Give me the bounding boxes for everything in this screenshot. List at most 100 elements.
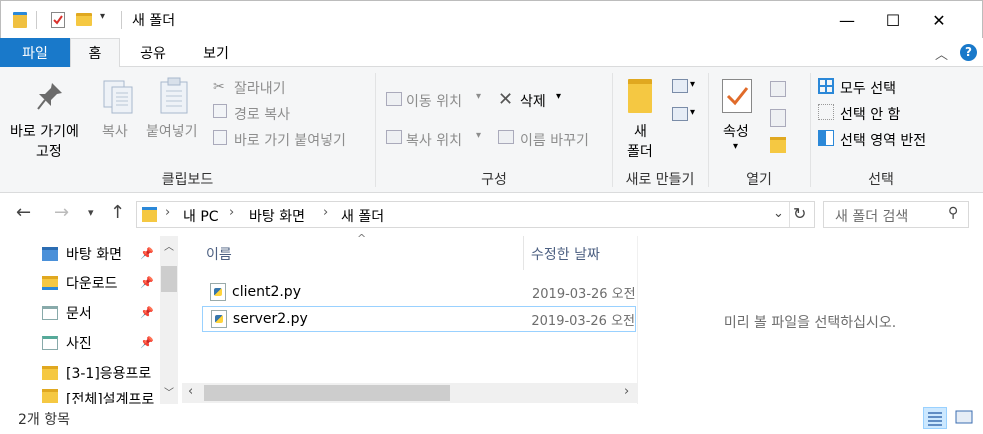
move-to-button[interactable]: 이동 위치 bbox=[406, 91, 462, 111]
new-folder-label-1[interactable]: 새 bbox=[634, 121, 647, 141]
back-arrow-icon[interactable]: ← bbox=[16, 202, 31, 223]
pin-icon[interactable]: 📌 bbox=[140, 247, 154, 260]
select-group-label: 선택 bbox=[868, 172, 894, 188]
properties-dropdown-icon[interactable]: ▾ bbox=[733, 141, 738, 152]
nav-item-documents[interactable]: 문서 bbox=[42, 299, 92, 327]
nav-item-desktop[interactable]: 바탕 화면 bbox=[42, 240, 122, 268]
properties-qat-icon[interactable] bbox=[51, 12, 65, 28]
new-folder-label-2[interactable]: 폴더 bbox=[627, 141, 653, 161]
nav-item-pictures[interactable]: 사진 bbox=[42, 329, 92, 357]
easy-access-dropdown-icon[interactable]: ▾ bbox=[690, 107, 695, 118]
forward-arrow-icon[interactable]: → bbox=[54, 202, 69, 223]
rename-icon bbox=[498, 130, 514, 144]
paste-icon bbox=[158, 77, 190, 119]
copy-path-button[interactable]: 경로 복사 bbox=[234, 104, 290, 124]
copy-to-button[interactable]: 복사 위치 bbox=[406, 130, 462, 150]
column-divider[interactable] bbox=[523, 236, 524, 270]
recent-locations-icon[interactable]: ▾ bbox=[88, 206, 94, 219]
folder-location-icon bbox=[142, 207, 157, 222]
help-icon[interactable]: ? bbox=[960, 44, 977, 61]
search-input[interactable]: 새 폴더 검색 bbox=[835, 206, 908, 226]
invert-selection-button[interactable]: 선택 영역 반전 bbox=[840, 130, 926, 150]
scroll-up-icon[interactable]: ︿ bbox=[164, 238, 174, 253]
large-icons-view-icon[interactable] bbox=[953, 407, 975, 429]
copy-path-icon bbox=[213, 104, 227, 118]
easy-access-icon[interactable] bbox=[672, 107, 688, 121]
delete-button[interactable]: 삭제 bbox=[520, 91, 546, 111]
file-row[interactable]: client2.py 2019-03-26 오전 bbox=[202, 279, 636, 305]
file-list-horizontal-scrollbar[interactable]: ‹ › bbox=[182, 383, 637, 403]
nav-item-label: [전체]설계프로 bbox=[66, 392, 155, 404]
qat-divider bbox=[36, 11, 37, 29]
pin-icon[interactable]: 📌 bbox=[140, 276, 154, 289]
status-bar: 2개 항목 bbox=[0, 404, 983, 434]
delete-dropdown-icon[interactable]: ▾ bbox=[556, 91, 561, 102]
address-dropdown-icon[interactable]: ⌄ bbox=[773, 206, 784, 221]
properties-button[interactable]: 속성 bbox=[723, 121, 749, 141]
scroll-down-icon[interactable]: ﹀ bbox=[164, 384, 174, 399]
python-file-icon bbox=[210, 283, 226, 301]
cut-button[interactable]: 잘라내기 bbox=[234, 78, 286, 98]
select-all-button[interactable]: 모두 선택 bbox=[840, 78, 896, 98]
pin-icon[interactable]: 📌 bbox=[140, 336, 154, 349]
paste-shortcut-button[interactable]: 바로 가기 붙여넣기 bbox=[234, 130, 346, 150]
close-button[interactable]: ✕ bbox=[916, 1, 962, 39]
copy-button[interactable]: 복사 bbox=[102, 121, 128, 141]
breadcrumb-desktop[interactable]: 바탕 화면 bbox=[249, 206, 305, 226]
history-icon[interactable] bbox=[770, 137, 786, 153]
properties-icon bbox=[722, 79, 752, 113]
scroll-thumb[interactable] bbox=[204, 385, 450, 401]
minimize-button[interactable]: — bbox=[824, 1, 870, 39]
item-count: 2개 항목 bbox=[18, 412, 70, 428]
address-divider bbox=[789, 202, 790, 227]
tab-view[interactable]: 보기 bbox=[186, 38, 246, 67]
new-item-dropdown-icon[interactable]: ▾ bbox=[690, 79, 695, 90]
tab-share[interactable]: 공유 bbox=[124, 38, 182, 67]
tab-home[interactable]: 홈 bbox=[70, 38, 120, 68]
qat-customize-icon[interactable]: ▾ bbox=[100, 11, 105, 22]
move-to-dropdown-icon[interactable]: ▾ bbox=[476, 91, 481, 102]
nav-item-folder[interactable]: [3-1]응용프로 bbox=[42, 359, 160, 387]
maximize-button[interactable]: ☐ bbox=[870, 1, 916, 39]
scroll-right-icon[interactable]: › bbox=[624, 384, 629, 399]
explorer-app-icon[interactable] bbox=[13, 12, 27, 28]
paste-button[interactable]: 붙여넣기 bbox=[146, 121, 198, 141]
preview-message: 미리 볼 파일을 선택하십시오. bbox=[723, 315, 897, 331]
up-arrow-icon[interactable]: ↑ bbox=[110, 202, 125, 223]
rename-button[interactable]: 이름 바꾸기 bbox=[520, 130, 589, 150]
pin-icon bbox=[36, 81, 64, 115]
column-header-modified[interactable]: 수정한 날짜 bbox=[531, 244, 600, 264]
breadcrumb-this-pc[interactable]: 내 PC bbox=[183, 206, 219, 226]
breadcrumb-new-folder[interactable]: 새 폴더 bbox=[341, 206, 384, 226]
new-folder-qat-icon[interactable] bbox=[76, 13, 92, 26]
sort-ascending-icon: ^ bbox=[357, 232, 367, 245]
scroll-left-icon[interactable]: ‹ bbox=[188, 384, 193, 399]
nav-item-label: 사진 bbox=[66, 336, 92, 352]
nav-item-folder[interactable]: [전체]설계프로 bbox=[42, 389, 160, 404]
paste-shortcut-icon bbox=[213, 130, 227, 145]
address-bar[interactable]: › 내 PC › 바탕 화면 › 새 폴더 ⌄ ↻ bbox=[136, 201, 815, 228]
search-icon[interactable]: ⚲ bbox=[948, 205, 958, 221]
collapse-ribbon-icon[interactable]: ︿ bbox=[935, 44, 948, 63]
nav-pane-scrollbar[interactable]: ︿ ﹀ bbox=[160, 236, 178, 404]
pin-to-quick-access-label-2[interactable]: 고정 bbox=[36, 141, 62, 161]
column-header-name[interactable]: 이름 bbox=[206, 244, 232, 264]
new-item-icon[interactable] bbox=[672, 79, 688, 93]
select-none-button[interactable]: 선택 안 함 bbox=[840, 104, 900, 124]
file-row-selected[interactable]: server2.py 2019-03-26 오전 bbox=[202, 306, 636, 332]
edit-icon[interactable] bbox=[770, 109, 786, 127]
copy-to-dropdown-icon[interactable]: ▾ bbox=[476, 130, 481, 141]
python-file-icon bbox=[211, 310, 227, 328]
delete-icon: ✕ bbox=[498, 89, 514, 110]
open-icon[interactable] bbox=[770, 81, 786, 97]
nav-item-label: 바탕 화면 bbox=[66, 247, 122, 263]
details-view-icon[interactable] bbox=[923, 407, 947, 429]
pin-icon[interactable]: 📌 bbox=[140, 306, 154, 319]
move-to-icon bbox=[386, 92, 402, 106]
refresh-icon[interactable]: ↻ bbox=[793, 204, 806, 223]
nav-item-downloads[interactable]: 다운로드 bbox=[42, 269, 118, 297]
tab-file[interactable]: 파일 bbox=[0, 38, 70, 67]
scroll-thumb[interactable] bbox=[161, 266, 177, 292]
pin-to-quick-access-label[interactable]: 바로 가기에 bbox=[10, 121, 79, 141]
search-box[interactable]: 새 폴더 검색 ⚲ bbox=[823, 201, 969, 228]
